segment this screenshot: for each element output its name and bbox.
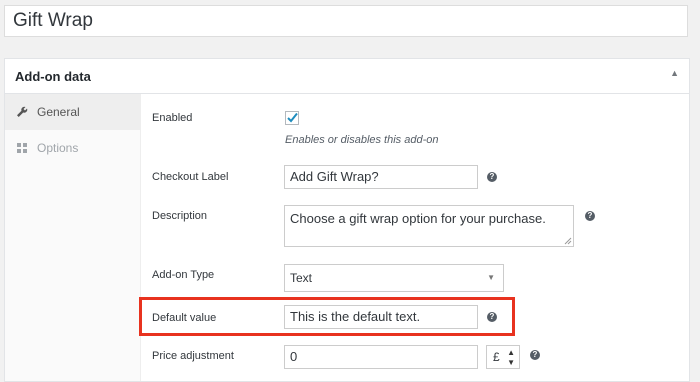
help-icon[interactable]: ? bbox=[487, 312, 497, 322]
triangle-up-icon[interactable]: ▲ bbox=[670, 68, 679, 78]
addon-type-label: Add-on Type bbox=[152, 269, 215, 281]
enabled-checkbox[interactable] bbox=[285, 111, 299, 125]
addon-tabs: General Options bbox=[5, 94, 141, 381]
price-adjustment-input[interactable]: 0 bbox=[284, 345, 478, 369]
price-adjustment-label: Price adjustment bbox=[152, 350, 234, 362]
default-value-label: Default value bbox=[152, 312, 217, 324]
enabled-label: Enabled bbox=[152, 112, 193, 124]
help-icon[interactable]: ? bbox=[487, 172, 497, 182]
tab-general-label: General bbox=[37, 105, 80, 119]
help-icon[interactable]: ? bbox=[585, 211, 595, 221]
help-icon[interactable]: ? bbox=[530, 350, 540, 360]
price-adjustment-value: 0 bbox=[290, 349, 298, 364]
panel-header: Add-on data ▲ bbox=[5, 59, 689, 94]
description-textarea[interactable]: Choose a gift wrap option for your purch… bbox=[284, 205, 574, 247]
wrench-icon bbox=[15, 105, 29, 119]
addon-type-select[interactable]: Text ▼ bbox=[284, 264, 504, 292]
tab-options-label: Options bbox=[37, 141, 79, 155]
default-value-input[interactable]: This is the default text. bbox=[284, 305, 478, 329]
checkout-label-label: Checkout Label bbox=[152, 171, 229, 183]
product-title-text: Gift Wrap bbox=[13, 10, 93, 31]
currency-value: £ bbox=[493, 350, 500, 364]
addon-type-value: Text bbox=[290, 271, 313, 285]
grid-icon bbox=[15, 141, 29, 155]
currency-select[interactable]: £ ▲ ▼ bbox=[486, 345, 520, 369]
tab-options[interactable]: Options bbox=[5, 130, 140, 166]
chevron-down-icon: ▼ bbox=[487, 273, 495, 282]
default-value-value: This is the default text. bbox=[290, 309, 421, 324]
description-label: Description bbox=[152, 210, 208, 222]
checkout-label-value: Add Gift Wrap? bbox=[290, 169, 379, 184]
tab-general[interactable]: General bbox=[5, 94, 140, 130]
updown-arrows-icon: ▲ ▼ bbox=[507, 348, 515, 367]
description-value: Choose a gift wrap option for your purch… bbox=[290, 211, 546, 226]
enabled-description: Enables or disables this add-on bbox=[285, 134, 439, 146]
checkmark-icon bbox=[287, 112, 298, 123]
resize-handle-icon[interactable] bbox=[564, 237, 572, 245]
product-title-field[interactable]: Gift Wrap bbox=[4, 5, 688, 37]
panel-title: Add-on data bbox=[15, 69, 91, 84]
checkout-label-input[interactable]: Add Gift Wrap? bbox=[284, 165, 478, 189]
